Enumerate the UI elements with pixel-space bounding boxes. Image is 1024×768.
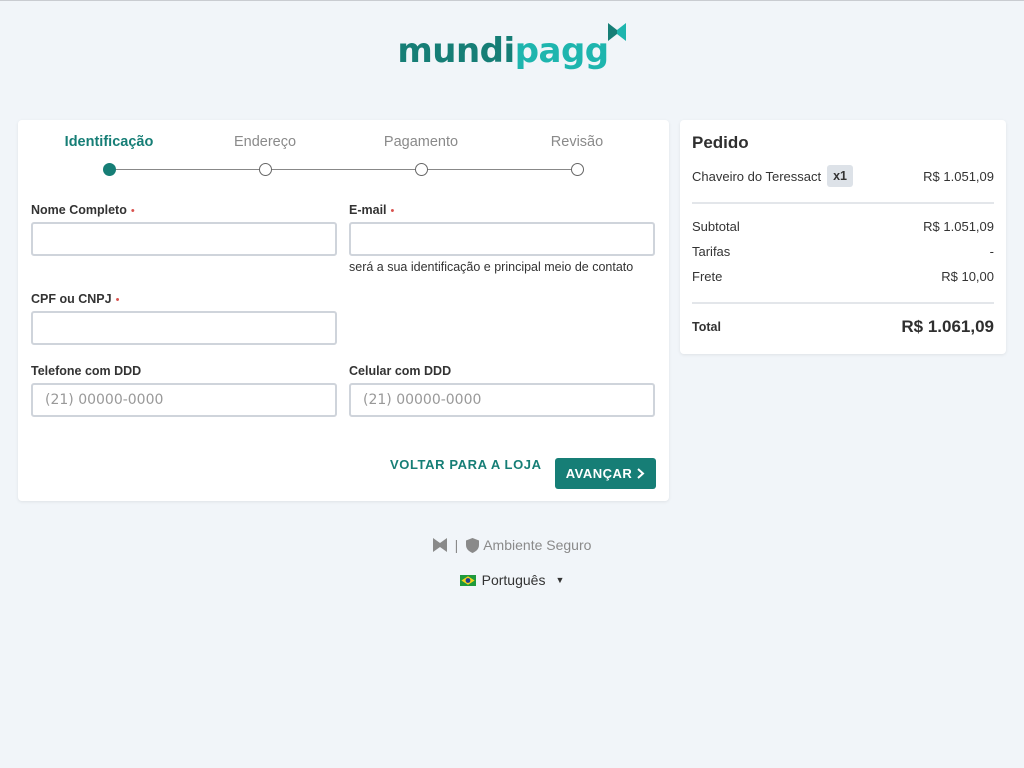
brand-wordmark: mundipagg xyxy=(397,31,609,71)
step-dot-revisao xyxy=(571,163,584,176)
email-label-text: E-mail xyxy=(349,203,387,217)
email-required-mark: • xyxy=(390,205,395,217)
back-to-store-link[interactable]: VOLTAR PARA A LOJA xyxy=(390,457,542,472)
secure-environment-footer: | Ambiente Seguro xyxy=(0,537,1024,553)
step-revisao[interactable]: Revisão xyxy=(499,134,655,150)
step-identificacao[interactable]: Identificação xyxy=(31,134,187,150)
order-item-name: Chaveiro do Teressact xyxy=(692,168,822,184)
email-input[interactable] xyxy=(349,222,655,256)
total-label: Total xyxy=(692,320,721,334)
brand-logo: mundipagg xyxy=(0,18,1024,68)
step-pagamento[interactable]: Pagamento xyxy=(343,134,499,150)
order-divider-2 xyxy=(692,302,994,304)
subtotal-label: Subtotal xyxy=(692,219,740,234)
stepper-line xyxy=(109,169,577,170)
subtotal-value: R$ 1.051,09 xyxy=(923,219,994,234)
secure-badge: Ambiente Seguro xyxy=(466,537,591,553)
phone-label: Telefone com DDD xyxy=(31,364,142,378)
document-label: CPF ou CNPJ • xyxy=(31,292,119,306)
language-selector[interactable]: Português ▼ xyxy=(0,572,1024,588)
phone-input[interactable]: (21) 00000-0000 xyxy=(31,383,337,417)
shipping-row: Frete R$ 10,00 xyxy=(692,269,994,284)
shield-icon xyxy=(466,537,480,553)
step-dot-pagamento xyxy=(415,163,428,176)
shipping-label: Frete xyxy=(692,269,723,284)
order-title: Pedido xyxy=(692,133,749,152)
next-button-label: AVANÇAR xyxy=(565,466,633,481)
full-name-required-mark: • xyxy=(130,205,135,217)
top-border xyxy=(0,0,1024,1)
subtotal-row: Subtotal R$ 1.051,09 xyxy=(692,219,994,234)
full-name-label-text: Nome Completo xyxy=(31,203,127,217)
step-dot-identificacao xyxy=(103,163,116,176)
footer-separator: | xyxy=(454,537,459,553)
email-label: E-mail • xyxy=(349,203,394,217)
identification-form-card: Identificação Endereço Pagamento Revisão… xyxy=(18,120,669,501)
brand-wordmark-part2: pagg xyxy=(514,31,609,71)
order-item-price: R$ 1.051,09 xyxy=(923,168,994,184)
fees-row: Tarifas - xyxy=(692,244,994,259)
order-item-quantity-badge: x1 xyxy=(827,165,854,187)
mobile-label: Celular com DDD xyxy=(349,364,452,378)
document-label-text: CPF ou CNPJ xyxy=(31,292,112,306)
caret-down-icon: ▼ xyxy=(555,575,565,585)
brand-bowtie-icon xyxy=(432,538,447,552)
order-item-info: Chaveiro do Teressact x1 xyxy=(692,165,854,187)
document-input[interactable] xyxy=(31,311,337,345)
total-value: R$ 1.061,09 xyxy=(901,317,994,336)
next-button[interactable]: AVANÇAR xyxy=(555,458,656,489)
full-name-label: Nome Completo • xyxy=(31,203,135,217)
total-row: Total R$ 1.061,09 xyxy=(692,317,994,337)
chevron-right-icon xyxy=(637,468,645,479)
full-name-input[interactable] xyxy=(31,222,337,256)
document-required-mark: • xyxy=(115,294,120,306)
mobile-input[interactable]: (21) 00000-0000 xyxy=(349,383,655,417)
email-hint: será a sua identificação e principal mei… xyxy=(349,260,634,274)
step-endereco[interactable]: Endereço xyxy=(187,134,343,150)
secure-label: Ambiente Seguro xyxy=(483,537,592,553)
shipping-value: R$ 10,00 xyxy=(941,269,994,284)
order-summary-card: Pedido Chaveiro do Teressact x1 R$ 1.051… xyxy=(680,120,1006,354)
fees-value: - xyxy=(989,244,994,259)
brazil-flag-icon xyxy=(459,574,476,586)
order-item-row: Chaveiro do Teressact x1 R$ 1.051,09 xyxy=(692,164,994,188)
fees-label: Tarifas xyxy=(692,244,731,259)
language-label: Português xyxy=(481,572,546,588)
brand-bowtie-icon xyxy=(607,23,626,41)
order-divider-1 xyxy=(692,202,994,204)
step-dot-endereco xyxy=(259,163,272,176)
brand-wordmark-part1: mundi xyxy=(397,31,515,71)
